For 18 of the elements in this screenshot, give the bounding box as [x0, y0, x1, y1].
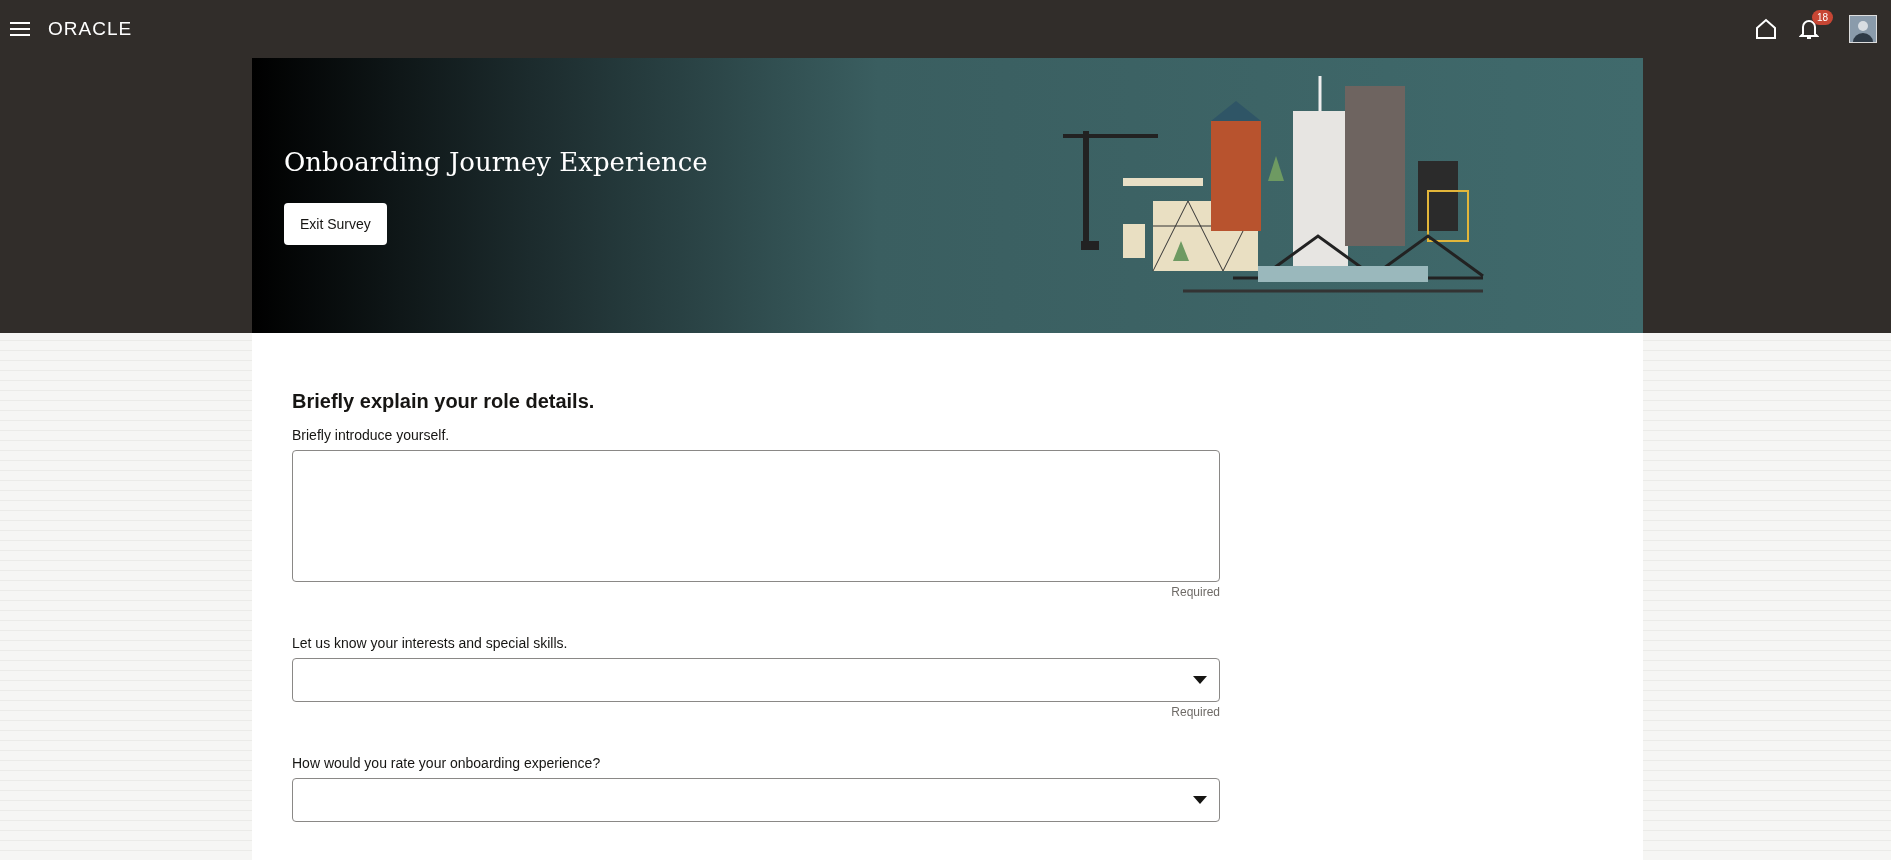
logo[interactable]: ORACLE — [48, 18, 133, 40]
exit-survey-button[interactable]: Exit Survey — [284, 202, 387, 245]
caret-down-icon — [1193, 796, 1207, 804]
home-icon[interactable] — [1755, 18, 1777, 40]
avatar-icon[interactable] — [1849, 15, 1877, 43]
dropdown-field[interactable] — [292, 778, 1220, 822]
bell-icon[interactable] — [1799, 18, 1819, 40]
question-label: Briefly introduce yourself. — [292, 427, 451, 443]
banner-title: Onboarding Journey Experience — [284, 146, 709, 177]
menu-icon[interactable] — [10, 21, 30, 37]
question-label: How would you rate your onboarding experience? — [292, 755, 602, 771]
section-heading: Briefly explain your role details. — [292, 390, 596, 413]
answer-field[interactable] — [292, 450, 1220, 582]
dropdown-field[interactable] — [292, 658, 1220, 702]
caret-down-icon — [1193, 676, 1207, 684]
required-hint: Required — [1171, 585, 1220, 599]
required-hint: Required — [1171, 705, 1220, 719]
question-label: Let us know your interests and special skills. — [292, 635, 569, 651]
